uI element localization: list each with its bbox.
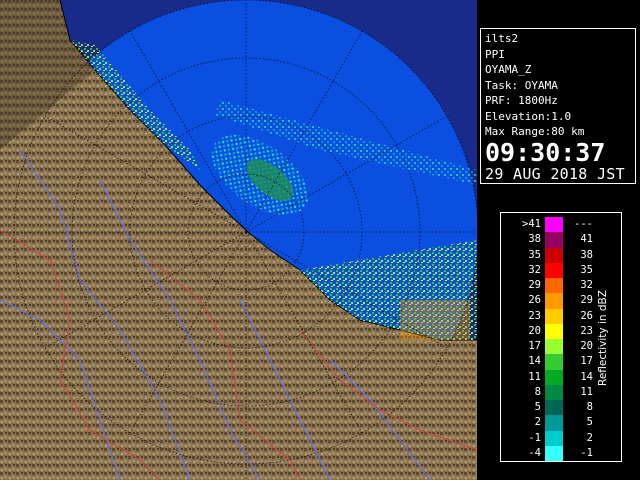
legend-lower-bound: >41 <box>522 218 541 230</box>
legend-color-swatch <box>545 293 563 309</box>
legend-row: 11 14 <box>505 369 595 385</box>
product-name: ilts2 <box>485 32 519 45</box>
radar-ppi-map[interactable] <box>0 0 477 480</box>
prf-value: PRF: 1800Hz <box>485 94 558 107</box>
legend-row: 17 20 <box>505 339 595 355</box>
legend-row: 8 11 <box>505 384 595 400</box>
variable-name: OYAMA_Z <box>485 63 532 76</box>
legend-color-swatch <box>545 323 563 339</box>
legend-lower-bound: 29 <box>528 279 541 291</box>
scan-time: 09:30:37 <box>485 137 606 167</box>
legend-upper-bound: 20 <box>580 340 593 352</box>
legend-upper-bound: 8 <box>586 401 593 413</box>
legend-lower-bound: 11 <box>528 370 541 383</box>
legend-row: 58 <box>505 400 595 416</box>
legend-title: Reflectivity in dBZ <box>597 290 609 386</box>
legend-upper-bound: 41 <box>580 233 593 246</box>
legend-lower-bound: 23 <box>528 309 541 322</box>
legend-color-swatch <box>545 400 563 416</box>
legend-rows: >41 --- 38 41 35 38 32 35 29 32 26 29 23 26 20 23 17 20 14… <box>505 217 595 461</box>
legend-upper-bound: 35 <box>580 263 593 276</box>
legend-upper-bound: 5 <box>586 416 593 429</box>
legend-upper-bound: 26 <box>580 309 593 322</box>
legend-upper-bound: 17 <box>580 355 593 368</box>
legend-upper-bound: 14 <box>580 370 593 383</box>
legend-upper-bound: -1 <box>580 446 593 459</box>
legend-lower-bound: 38 <box>528 233 541 246</box>
task-name: Task: OYAMA <box>485 78 558 92</box>
legend-row: -4 -1 <box>505 445 595 461</box>
legend-lower-bound: -4 <box>528 446 541 459</box>
legend-row: -1 2 <box>505 430 595 446</box>
legend-upper-bound: 29 <box>580 294 593 307</box>
legend-color-swatch <box>545 278 563 294</box>
legend-row: 23 26 <box>505 308 595 324</box>
legend-lower-bound: -1 <box>528 431 541 444</box>
scan-date: 29 AUG 2018 JST <box>485 164 625 183</box>
legend-row: 25 <box>505 415 595 431</box>
legend-row: 26 29 <box>505 293 595 309</box>
legend-lower-bound: 8 <box>534 385 541 398</box>
legend-row: 32 35 <box>505 262 595 278</box>
legend-lower-bound: 35 <box>528 248 541 261</box>
legend-color-swatch <box>545 232 563 248</box>
legend-color-swatch <box>545 247 563 263</box>
legend-lower-bound: 14 <box>528 355 541 368</box>
legend-lower-bound: 17 <box>528 340 541 352</box>
legend-color-swatch <box>545 415 563 431</box>
legend-color-swatch <box>545 339 563 355</box>
legend-upper-bound: 11 <box>580 385 593 398</box>
legend-upper-bound: 38 <box>580 248 593 261</box>
legend-row: 38 41 <box>505 232 595 248</box>
legend-color-swatch <box>545 262 563 278</box>
legend-color-swatch <box>545 354 563 370</box>
legend-upper-bound: 23 <box>580 324 593 337</box>
legend-lower-bound: 20 <box>528 324 541 337</box>
legend-color-swatch <box>545 445 563 461</box>
legend-row: 29 32 <box>505 278 595 294</box>
legend-lower-bound: 2 <box>534 416 541 429</box>
reflectivity-legend: >41 --- 38 41 35 38 32 35 29 32 26 29 23 26 20 23 17 20 14… <box>500 212 622 462</box>
legend-lower-bound: 32 <box>528 263 541 276</box>
legend-color-swatch <box>545 217 563 233</box>
legend-row: >41 --- <box>505 217 595 233</box>
legend-lower-bound: 5 <box>534 401 541 413</box>
legend-color-swatch <box>545 308 563 324</box>
legend-row: 20 23 <box>505 323 595 339</box>
legend-upper-bound: --- <box>574 218 593 230</box>
legend-lower-bound: 26 <box>528 294 541 307</box>
radar-info-panel: ilts2 PPI OYAMA_Z Task: OYAMA PRF: 1800H… <box>480 28 636 184</box>
echo-core-east <box>400 300 470 340</box>
legend-color-swatch <box>545 430 563 446</box>
legend-row: 14 17 <box>505 354 595 370</box>
legend-color-swatch <box>545 369 563 385</box>
legend-row: 35 38 <box>505 247 595 263</box>
legend-color-swatch <box>545 384 563 400</box>
legend-upper-bound: 2 <box>586 431 593 444</box>
legend-upper-bound: 32 <box>580 279 593 291</box>
elevation-value: Elevation:1.0 <box>485 109 572 123</box>
scan-mode: PPI <box>485 47 505 61</box>
